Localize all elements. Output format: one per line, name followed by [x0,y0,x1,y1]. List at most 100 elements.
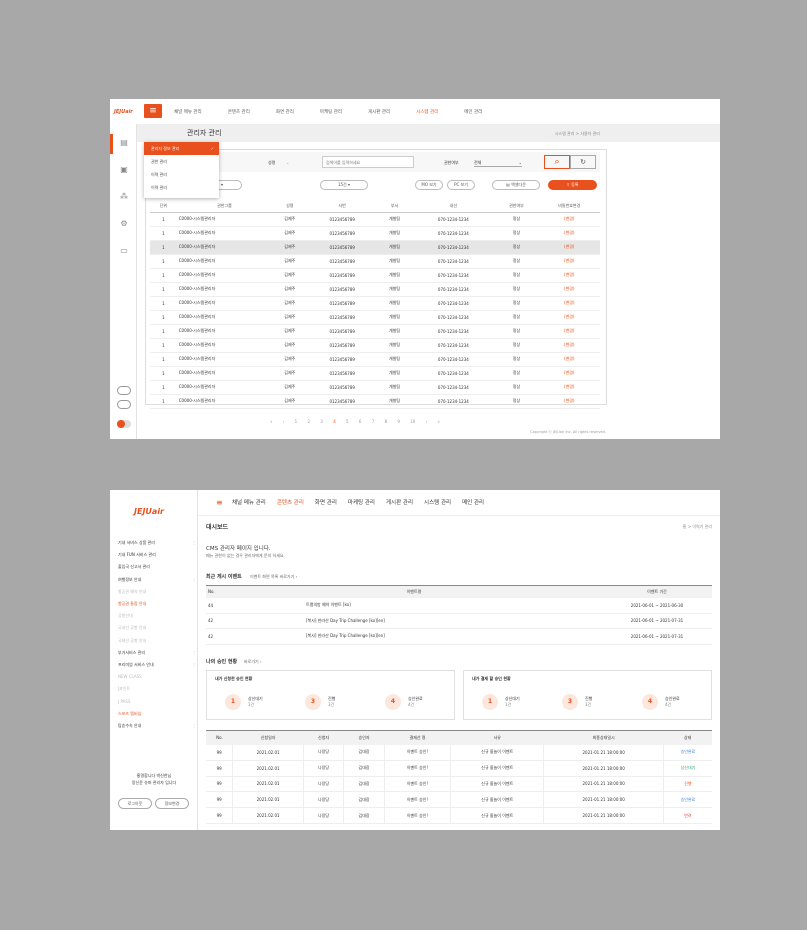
menu-icon[interactable]: ≡ [144,104,162,118]
settings-toggle-icon[interactable] [117,400,131,409]
table-row[interactable]: 1 C0000-시스템관리자 김제주 0123456789 개발팀 070-1234-12… [150,324,600,338]
table-row[interactable]: 1 C0000-시스템관리자 김제주 0123456789 개발팀 070-1234-12… [150,338,600,352]
nav-item[interactable]: 화면 관리 [276,109,294,115]
mo-view-button[interactable]: MO 보기 [415,180,443,190]
nav-item[interactable]: 채널 메뉴 관리 [232,498,266,506]
prev-toggle-icon[interactable] [117,386,131,395]
sidebar-item[interactable]: 항공권 통합 안내 [118,601,196,607]
table-cell[interactable]: (변경) [539,380,600,394]
table-row[interactable]: 99 2021.02.01 나랑당 김대장 이벤트 승인! 신규 올놀이 이벤트 2021-… [206,807,712,824]
page-link[interactable]: 3 [320,419,323,424]
sidebar-item[interactable]: 기내 FUN 서비스 관리 [118,552,196,558]
monitor-icon[interactable]: ▭ [119,246,129,256]
sidebar-item[interactable]: 출입국 신고서 관리 [118,564,196,570]
list-icon[interactable]: ▤ [119,138,129,148]
table-row[interactable]: 1 C0000-시스템관리자 김제주 0123456789 개발팀 070-1234-12… [150,296,600,310]
nav-item[interactable]: 마케팅 관리 [348,498,375,506]
table-row[interactable]: 99 2021.02.01 나랑당 김대장 이벤트 승인! 신규 올놀이 이벤트 2021-… [206,791,712,808]
sidebar-item[interactable]: 기내 서비스 상품 관리 ⋮ [118,540,196,546]
table-row[interactable]: 1 C0000-시스템관리자 김제주 0123456789 개발팀 070-1234-12… [150,366,600,380]
table-cell[interactable]: (변경) [539,338,600,352]
table-cell[interactable]: (변경) [539,268,600,282]
table-row[interactable]: 1 C0000-시스템관리자 김제주 0123456789 개발팀 070-1234-12… [150,268,600,282]
nav-item[interactable]: 시스템 관리 [424,498,451,506]
sitemap-icon[interactable]: ⁂ [119,192,129,202]
table-cell[interactable]: (변경) [539,324,600,338]
table-row[interactable]: 1 C0000-시스템관리자 김제주 0123456789 개발팀 070-1234-12… [150,212,600,226]
table-cell[interactable]: (변경) [539,240,600,254]
page-link[interactable]: 1 [295,419,298,424]
nav-item[interactable]: 시스템 관리 [416,109,438,115]
table-cell[interactable]: (변경) [539,310,600,324]
approval-link[interactable]: 바로가기 › [244,659,262,665]
table-row[interactable]: 44 트램의방 예약 이벤트 [ko] 2021-06-01 ~ 2021-06-3… [206,598,712,613]
page-link[interactable]: › [426,419,428,424]
sidebar-item[interactable]: J PASS [118,699,196,704]
page-link[interactable]: 9 [397,419,400,424]
table-row[interactable]: 1 C0000-시스템관리자 김제주 0123456789 개발팀 070-1234-12… [150,394,600,408]
sidebar-item[interactable]: 여행정보 안내 ⋮ [118,577,196,583]
count-select[interactable]: 15건 ▾ [320,180,368,190]
page-link[interactable]: 8 [385,419,388,424]
table-cell[interactable]: (변경) [539,226,600,240]
sidebar-item[interactable]: 국내선 공항 안내 [118,625,196,631]
page-link[interactable]: 10 [410,419,415,424]
page-link[interactable]: » [438,419,440,424]
theme-toggle[interactable] [117,420,131,428]
sidebar-item[interactable]: NEW CLASS [118,674,196,679]
table-row[interactable]: 99 2021.02.01 나랑당 김대장 이벤트 승인! 신규 올놀이 이벤트 2021-… [206,744,712,761]
chevron-down-icon[interactable]: ⌄ [286,160,289,165]
table-row[interactable]: 1 C0000-시스템관리자 김제주 0123456789 개발팀 070-1234-12… [150,226,600,240]
logout-button[interactable]: 로그아웃 [118,798,152,809]
sidebar-item[interactable]: J포인트 [118,686,196,692]
nav-item[interactable]: 콘텐츠 관리 [277,498,304,506]
table-cell[interactable]: (변경) [539,282,600,296]
page-link[interactable]: 2 [308,419,311,424]
table-cell[interactable]: (변경) [539,296,600,310]
nav-item[interactable]: 화면 관리 [315,498,337,506]
sidebar-item[interactable]: 공항안내 [118,613,196,619]
table-row[interactable]: 99 2021.02.01 나랑당 김대장 이벤트 승인! 신규 올놀이 이벤트 2021-… [206,760,712,777]
excel-download-button[interactable]: ▤ 엑셀다운 [492,180,540,190]
table-cell[interactable]: (변경) [539,254,600,268]
edit-profile-button[interactable]: 정보변경 [155,798,189,809]
table-row[interactable]: 1 C0000-시스템관리자 김제주 0123456789 개발팀 070-1234-12… [150,310,600,324]
table-row[interactable]: 1 C0000-시스템관리자 김제주 0123456789 개발팀 070-1234-12… [150,254,600,268]
table-row[interactable]: 99 2021.02.01 나랑당 김대장 이벤트 승인! 신규 올놀이 이벤트 2021-… [206,776,712,792]
sidebar-item[interactable]: 탑승수속 안내 ⋮ [118,723,196,729]
menu-icon[interactable]: ≡ [216,498,223,507]
page-link[interactable]: 4 [333,419,336,424]
table-row[interactable]: 1 C0000-시스템관리자 김제주 0123456789 개발팀 070-1234-12… [150,352,600,366]
nav-item[interactable]: 게시판 관리 [386,498,413,506]
page-link[interactable]: 5 [346,419,349,424]
table-row[interactable]: 42 [복사] 한라산 Day Trip Challenge [ko][en] 20… [206,613,712,629]
events-link[interactable]: 이벤트 화면 목록 바로가기 › [250,574,297,580]
nav-item[interactable]: 마케팅 관리 [320,109,342,115]
submenu-item-auth[interactable]: 권한 관리 [144,155,219,168]
page-link[interactable]: 6 [359,419,362,424]
sidebar-item[interactable]: 항공권 예약 안내 [118,589,196,595]
register-button[interactable]: ⇪ 등록 [548,180,597,190]
table-cell[interactable]: (변경) [539,212,600,226]
page-link[interactable]: ‹ [283,419,285,424]
submenu-item-admin-info[interactable]: 관리자 정보 관리 ✓ [144,142,219,155]
submenu-item-history[interactable]: 이력 관리 [144,168,219,181]
sidebar-item[interactable]: 프리미엄 서비스 안내 ⋮ [118,662,196,668]
reset-button[interactable]: ↻ [570,155,596,169]
table-cell[interactable]: (변경) [539,394,600,408]
page-link[interactable]: « [270,419,272,424]
table-row[interactable]: 1 C0000-시스템관리자 김제주 0123456789 개발팀 070-1234-12… [150,380,600,394]
gear-icon[interactable]: ⚙ [119,219,129,229]
nav-item[interactable]: 채널 메뉴 관리 [174,109,202,115]
document-icon[interactable]: ▣ [119,165,129,175]
search-input[interactable] [322,156,414,168]
sidebar-item[interactable]: 스포츠 멤버십 [118,711,196,717]
table-cell[interactable]: (변경) [539,352,600,366]
nav-item[interactable]: 게시판 관리 [368,109,390,115]
page-link[interactable]: 7 [372,419,375,424]
table-row[interactable]: 1 C0000-시스템관리자 김제주 0123456789 개발팀 070-1234-12… [150,240,600,254]
sidebar-item[interactable]: 국제선 공항 안내 [118,638,196,644]
nav-item[interactable]: 콘텐츠 관리 [228,109,250,115]
nav-item[interactable]: 메인 관리 [462,498,484,506]
table-row[interactable]: 1 C0000-시스템관리자 김제주 0123456789 개발팀 070-1234-12… [150,282,600,296]
